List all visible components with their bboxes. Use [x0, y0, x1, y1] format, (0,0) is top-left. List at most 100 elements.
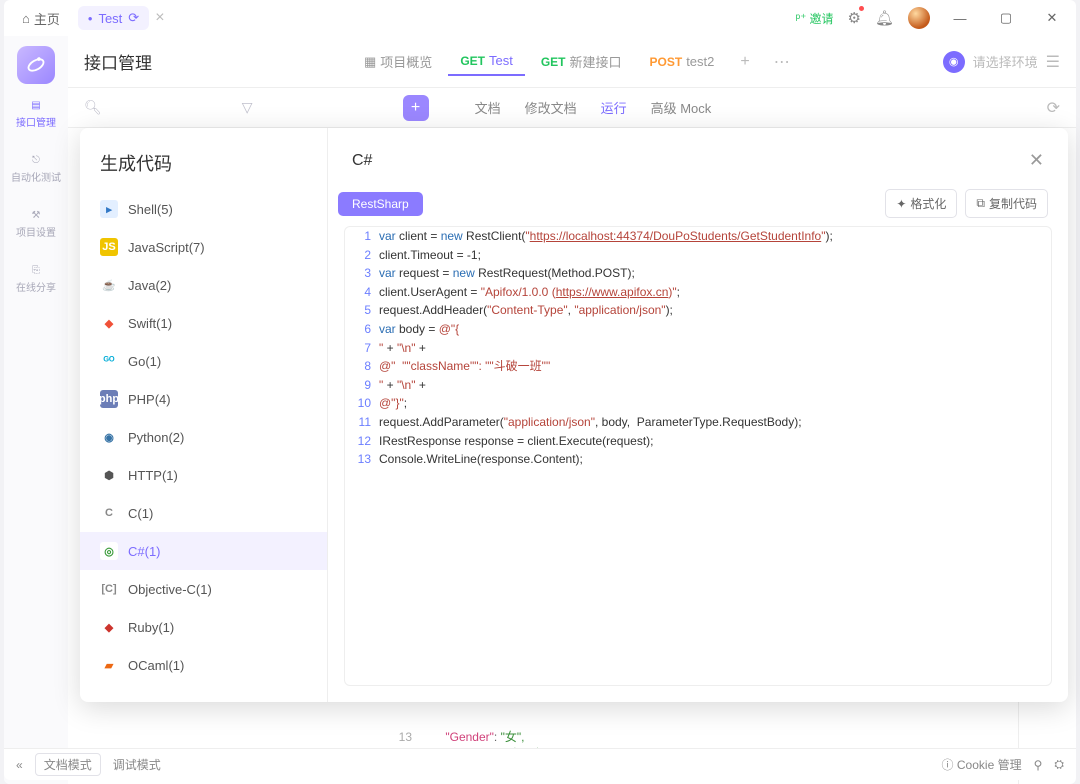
code-line: 8@" ""className"": ""斗破一班""	[345, 357, 1051, 376]
collapse-left-icon[interactable]: «	[16, 758, 23, 772]
code-line: 12IRestResponse response = client.Execut…	[345, 432, 1051, 451]
add-button[interactable]: +	[403, 95, 429, 121]
lang-item-shell5[interactable]: ▸Shell(5)	[80, 190, 327, 228]
line-number: 8	[345, 357, 379, 376]
lang-item-javascript7[interactable]: JSJavaScript(7)	[80, 228, 327, 266]
lang-label: Python(2)	[128, 430, 184, 445]
modal-lang-list: 生成代码 ▸Shell(5)JSJavaScript(7)☕Java(2)◆Sw…	[80, 128, 328, 702]
lang-label: JavaScript(7)	[128, 240, 205, 255]
window-minimize[interactable]: —	[944, 6, 976, 30]
share-icon: ⎘	[32, 265, 40, 276]
lang-label: C(1)	[128, 506, 153, 521]
settings-footer-icon[interactable]: ⛭	[1054, 757, 1064, 772]
app-logo[interactable]	[17, 46, 55, 84]
lang-item-php4[interactable]: phpPHP(4)	[80, 380, 327, 418]
search-icon[interactable]: 🔍︎	[84, 99, 102, 116]
subtab-edit[interactable]: 修改文档	[525, 94, 577, 121]
code-text: IRestResponse response = client.Execute(…	[379, 432, 653, 451]
tab-new-api[interactable]: GET新建接口	[529, 46, 634, 77]
lang-label: HTTP(1)	[128, 468, 178, 483]
home-button[interactable]: ⌂ 主页	[12, 5, 70, 32]
lang-label: Objective-C(1)	[128, 582, 212, 597]
lang-icon: [C]	[100, 580, 118, 598]
subtab-run[interactable]: 运行	[601, 94, 627, 121]
lang-item-c1[interactable]: ◎C#(1)	[80, 532, 327, 570]
add-tab-button[interactable]: +	[730, 53, 759, 71]
code-line: 13Console.WriteLine(response.Content);	[345, 450, 1051, 469]
lang-label: C#(1)	[128, 544, 161, 559]
lang-item-c1[interactable]: CC(1)	[80, 494, 327, 532]
code-text: Console.WriteLine(response.Content);	[379, 450, 583, 469]
page-title: 接口管理	[84, 49, 152, 74]
close-modal-button[interactable]: ✕	[1029, 150, 1044, 171]
lang-item-swift1[interactable]: ◆Swift(1)	[80, 304, 327, 342]
lang-icon: ◉	[100, 428, 118, 446]
code-line: 1var client = new RestClient("https://lo…	[345, 227, 1051, 246]
lang-label: OCaml(1)	[128, 658, 184, 673]
code-line: 6var body = @"{	[345, 320, 1051, 339]
subtab-doc[interactable]: 文档	[475, 94, 501, 121]
code-text: @" ""className"": ""斗破一班""	[379, 357, 550, 376]
modal-code-area: C# ✕ RestSharp ✦格式化 ⧉复制代码 1var client = …	[328, 128, 1068, 702]
left-sidebar: ▤接口管理 ⎋自动化测试 ⚒项目设置 ⎘在线分享	[4, 36, 68, 784]
window-maximize[interactable]: ▢	[990, 6, 1022, 30]
tab-test2[interactable]: POSTtest2	[638, 48, 727, 75]
lang-icon: ☕	[100, 276, 118, 294]
code-editor[interactable]: 1var client = new RestClient("https://lo…	[344, 226, 1052, 686]
lang-icon: ▰	[100, 656, 118, 674]
settings-icon[interactable]: ⚙	[848, 9, 861, 27]
framework-chip[interactable]: RestSharp	[338, 192, 423, 216]
refresh-icon[interactable]: ⟳	[1047, 98, 1060, 118]
home-icon: ⌂	[22, 11, 30, 26]
hamburger-icon[interactable]: ☰	[1046, 52, 1060, 72]
lang-item-ruby1[interactable]: ◆ Ruby(1)	[80, 608, 327, 646]
close-tab-icon[interactable]: ×	[155, 9, 164, 27]
bell-icon[interactable]: 🔔︎	[875, 9, 894, 27]
tab-refresh-icon[interactable]: ⟳	[128, 10, 139, 26]
lang-label: Java(2)	[128, 278, 171, 293]
window-close[interactable]: ✕	[1036, 6, 1068, 30]
lang-label: Ruby(1)	[128, 620, 174, 635]
invite-button[interactable]: ᵖ⁺ 邀请	[796, 10, 834, 27]
format-code-button[interactable]: ✦格式化	[885, 189, 957, 218]
lang-item-java2[interactable]: ☕ Java(2)	[80, 266, 327, 304]
nav-share[interactable]: ⎘在线分享	[4, 255, 68, 304]
window-tab-test[interactable]: • Test ⟳	[78, 6, 149, 30]
lang-item-go1[interactable]: ᴳᴼGo(1)	[80, 342, 327, 380]
tab-more-icon[interactable]: ⋯	[764, 52, 800, 72]
tab-test[interactable]: GETTest	[448, 47, 525, 76]
line-number: 1	[345, 227, 379, 246]
nav-api[interactable]: ▤接口管理	[4, 90, 68, 139]
environment-selector[interactable]: ◉ 请选择环境 ☰	[943, 51, 1060, 73]
badge-dot	[859, 6, 864, 11]
lang-icon: ◆	[100, 618, 118, 636]
nav-automation[interactable]: ⎋自动化测试	[4, 145, 68, 194]
line-number: 4	[345, 283, 379, 302]
filter-footer-icon[interactable]: ⚲	[1034, 758, 1043, 772]
nav-settings[interactable]: ⚒项目设置	[4, 200, 68, 249]
lang-item-python2[interactable]: ◉ Python(2)	[80, 418, 327, 456]
cookie-button[interactable]: ⓘ Cookie 管理	[942, 756, 1022, 773]
lang-label: Go(1)	[128, 354, 161, 369]
lang-item-ocaml1[interactable]: ▰ OCaml(1)	[80, 646, 327, 684]
lang-label: Swift(1)	[128, 316, 172, 331]
code-line: 9" + "\n" +	[345, 376, 1051, 395]
line-number: 10	[345, 394, 379, 413]
debug-mode-button[interactable]: 调试模式	[113, 756, 161, 773]
modal-title: 生成代码	[80, 128, 327, 190]
subtab-mock[interactable]: 高级 Mock	[651, 94, 712, 121]
env-badge-icon: ◉	[943, 51, 965, 73]
lang-item-objective-c1[interactable]: [C] Objective-C(1)	[80, 570, 327, 608]
tab-label: Test	[98, 11, 122, 26]
avatar[interactable]	[908, 7, 930, 29]
tab-overview[interactable]: ▦项目概览	[352, 46, 444, 77]
title-bar: ⌂ 主页 • Test ⟳ × ᵖ⁺ 邀请 ⚙ 🔔︎ — ▢ ✕	[4, 0, 1076, 36]
code-line: 5request.AddHeader("Content-Type", "appl…	[345, 301, 1051, 320]
copy-code-button[interactable]: ⧉复制代码	[965, 189, 1048, 218]
lang-item-http1[interactable]: ⬢HTTP(1)	[80, 456, 327, 494]
header-tabs: ▦项目概览 GETTest GET新建接口 POSTtest2 + ⋯	[352, 46, 800, 77]
home-label: 主页	[34, 9, 60, 28]
filter-icon[interactable]: ▽	[242, 99, 253, 116]
doc-mode-button[interactable]: 文档模式	[35, 753, 101, 776]
code-text: " + "\n" +	[379, 339, 426, 358]
